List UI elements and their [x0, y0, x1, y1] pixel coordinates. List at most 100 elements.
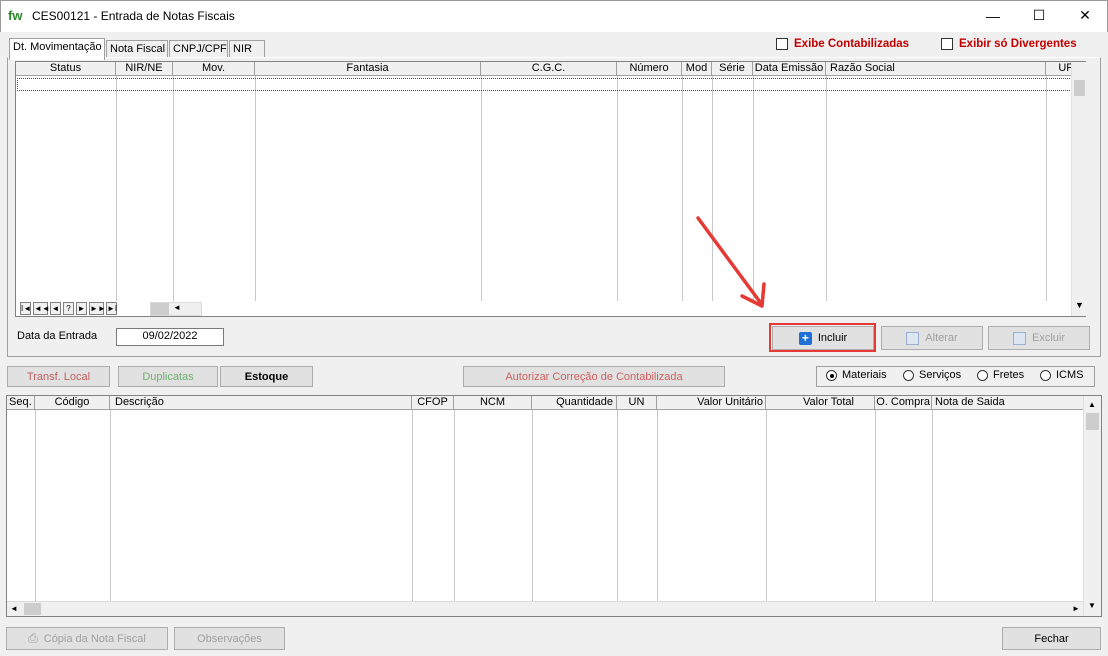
radio-materiais-label: Materiais	[842, 369, 887, 381]
copia-nota-fiscal-button[interactable]: ⎙ Cópia da Nota Fiscal	[6, 627, 168, 650]
column-divider	[255, 76, 256, 301]
column-divider	[532, 410, 533, 602]
record-navigator: I◄ ◄◄ ◄ ? ► ►► ►I	[20, 302, 160, 316]
maximize-button[interactable]: ☐	[1016, 0, 1062, 31]
column-divider	[932, 410, 933, 602]
tab-dt-movimentacao[interactable]: Dt. Movimentação	[9, 38, 105, 60]
notas-grid[interactable]: Status NIR/NE Mov. Fantasia C.G.C. Númer…	[15, 61, 1086, 317]
excluir-button[interactable]: Excluir	[988, 326, 1090, 350]
column-divider	[617, 76, 618, 301]
scroll-down-icon[interactable]: ▼	[1075, 300, 1084, 310]
prev-page-button[interactable]: ◄◄	[33, 302, 50, 315]
scroll-down-icon[interactable]: ▼	[1088, 601, 1096, 610]
first-record-button[interactable]: I◄	[20, 302, 31, 315]
radio-dot[interactable]	[826, 369, 837, 381]
close-button[interactable]: ✕	[1062, 0, 1108, 31]
annotation-arrow	[696, 216, 766, 308]
exibe-contabilizadas-label: Exibe Contabilizadas	[794, 38, 910, 50]
estoque-button[interactable]: Estoque	[220, 366, 313, 387]
data-entrada-field[interactable]: 09/02/2022	[116, 328, 224, 346]
column-divider	[766, 410, 767, 602]
col-header-cgc[interactable]: C.G.C.	[481, 62, 617, 76]
radio-fretes-label: Fretes	[993, 369, 1025, 381]
column-divider	[116, 76, 117, 301]
column-divider	[1046, 76, 1047, 301]
column-divider	[657, 410, 658, 602]
col-header-nota-saida[interactable]: Nota de Saida	[932, 396, 1084, 410]
col-header-ncm[interactable]: NCM	[454, 396, 532, 410]
observacoes-button[interactable]: Observações	[174, 627, 285, 650]
checkbox-box[interactable]	[941, 38, 953, 50]
col-header-valor-total[interactable]: Valor Total	[766, 396, 875, 410]
minimize-button[interactable]: —	[970, 0, 1016, 31]
scroll-thumb[interactable]	[24, 603, 41, 615]
radio-icms[interactable]: ICMS	[1040, 369, 1084, 381]
column-divider	[875, 410, 876, 602]
col-header-serie[interactable]: Série	[712, 62, 753, 76]
scroll-left-icon[interactable]: ◄	[10, 604, 18, 613]
app-logo: fw	[8, 8, 23, 23]
copia-nota-fiscal-label: Cópia da Nota Fiscal	[43, 632, 146, 645]
last-record-button[interactable]: ►I	[106, 302, 117, 315]
exibe-contabilizadas-checkbox[interactable]: Exibe Contabilizadas	[776, 38, 909, 50]
column-divider	[173, 76, 174, 301]
radio-dot[interactable]	[903, 369, 914, 381]
col-header-uf[interactable]: UF	[1046, 62, 1074, 76]
col-header-codigo[interactable]: Código	[35, 396, 110, 410]
scroll-thumb[interactable]	[1074, 80, 1085, 96]
col-header-valor-unitario[interactable]: Valor Unitário	[657, 396, 766, 410]
column-divider	[110, 410, 111, 602]
autorizar-correcao-button[interactable]: Autorizar Correção de Contabilizada	[463, 366, 725, 387]
col-header-fantasia[interactable]: Fantasia	[255, 62, 481, 76]
col-header-quantidade[interactable]: Quantidade	[532, 396, 617, 410]
radio-dot[interactable]	[977, 369, 988, 381]
column-divider	[481, 76, 482, 301]
alterar-label: Alterar	[925, 332, 958, 344]
highlight-box	[769, 323, 876, 352]
scroll-left-icon[interactable]: ◄	[173, 303, 181, 312]
column-divider	[826, 76, 827, 301]
printer-icon: ⎙	[28, 631, 38, 645]
col-header-mod[interactable]: Mod	[682, 62, 712, 76]
radio-fretes[interactable]: Fretes	[977, 369, 1024, 381]
duplicatas-button[interactable]: Duplicatas	[118, 366, 218, 387]
col-header-razao-social[interactable]: Razão Social	[826, 62, 1046, 76]
col-header-un[interactable]: UN	[617, 396, 657, 410]
column-divider	[412, 410, 413, 602]
scroll-right-icon[interactable]: ►	[1072, 604, 1080, 613]
itens-vertical-scrollbar[interactable]: ▲ ▼	[1083, 396, 1101, 616]
col-header-status[interactable]: Status	[16, 62, 116, 76]
selected-row-focus[interactable]	[17, 78, 1072, 91]
column-divider	[682, 76, 683, 301]
checkbox-box[interactable]	[776, 38, 788, 50]
itens-horizontal-scrollbar[interactable]: ◄ ►	[7, 601, 1084, 616]
next-record-button[interactable]: ►	[76, 302, 87, 315]
transf-local-button[interactable]: Transf. Local	[7, 366, 110, 387]
scroll-up-icon[interactable]: ▲	[1088, 400, 1096, 409]
search-button[interactable]: ?	[63, 302, 74, 315]
alterar-button[interactable]: Alterar	[881, 326, 983, 350]
exibir-divergentes-checkbox[interactable]: Exibir só Divergentes	[941, 38, 1077, 50]
col-header-cfop[interactable]: CFOP	[412, 396, 454, 410]
radio-servicos-label: Serviços	[919, 369, 962, 381]
col-header-descricao[interactable]: Descrição	[110, 396, 412, 410]
radio-materiais[interactable]: Materiais	[826, 369, 887, 381]
prev-record-button[interactable]: ◄	[50, 302, 61, 315]
column-divider	[617, 410, 618, 602]
itens-grid[interactable]: Seq. Código Descrição CFOP NCM Quantidad…	[6, 395, 1102, 617]
notas-vertical-scrollbar[interactable]: ▼	[1071, 62, 1086, 316]
edit-icon	[906, 331, 920, 345]
fechar-button[interactable]: Fechar	[1002, 627, 1101, 650]
col-header-seq[interactable]: Seq.	[7, 396, 35, 410]
scroll-thumb[interactable]	[151, 303, 169, 315]
scroll-thumb[interactable]	[1086, 413, 1099, 430]
col-header-mov[interactable]: Mov.	[173, 62, 255, 76]
horizontal-scrollbar[interactable]: ◄	[150, 302, 202, 316]
next-page-button[interactable]: ►►	[89, 302, 106, 315]
col-header-nir-ne[interactable]: NIR/NE	[116, 62, 173, 76]
radio-dot[interactable]	[1040, 369, 1051, 381]
col-header-o-compra[interactable]: O. Compra	[875, 396, 932, 410]
col-header-data-emissao[interactable]: Data Emissão	[753, 62, 826, 76]
radio-servicos[interactable]: Serviços	[903, 369, 961, 381]
col-header-numero[interactable]: Número	[617, 62, 682, 76]
